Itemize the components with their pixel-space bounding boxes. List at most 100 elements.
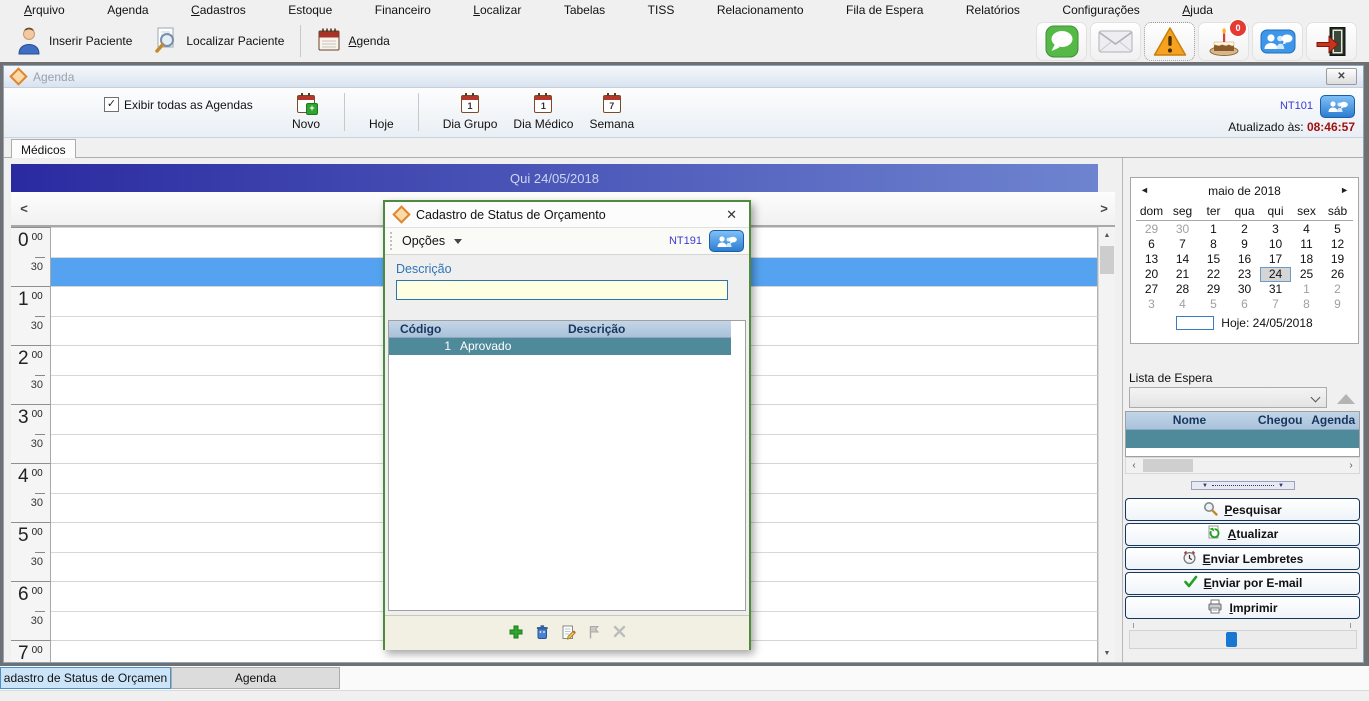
birthday-icon[interactable]: 0 bbox=[1198, 22, 1249, 61]
calendar-day[interactable]: 26 bbox=[1322, 267, 1353, 282]
calendar-day[interactable]: 23 bbox=[1229, 267, 1260, 282]
calendar-day[interactable]: 2 bbox=[1229, 222, 1260, 237]
dia-grupo-button[interactable]: 1Dia Grupo bbox=[435, 93, 506, 133]
calendar-day[interactable]: 1 bbox=[1198, 222, 1229, 237]
semana-button[interactable]: 7Semana bbox=[581, 93, 642, 133]
edit-icon[interactable] bbox=[560, 624, 576, 643]
descricao-input[interactable] bbox=[396, 280, 728, 300]
scroll-left-icon[interactable]: ‹ bbox=[1126, 458, 1142, 473]
calendar-day[interactable]: 11 bbox=[1291, 237, 1322, 252]
menu-localizar[interactable]: Localizar bbox=[467, 1, 527, 19]
hoje-button[interactable]: Hoje bbox=[361, 115, 402, 133]
scroll-left-button[interactable]: < bbox=[15, 196, 33, 220]
add-icon[interactable] bbox=[508, 624, 524, 643]
waitlist-col-chegou[interactable]: Chegou bbox=[1253, 412, 1308, 429]
collapse-up-icon[interactable] bbox=[1337, 394, 1355, 404]
insert-patient-button[interactable]: Inserir Paciente bbox=[6, 22, 142, 61]
calendar-day[interactable]: 22 bbox=[1198, 267, 1229, 282]
next-month-icon[interactable]: ► bbox=[1340, 185, 1349, 195]
menu-estoque[interactable]: Estoque bbox=[282, 1, 338, 19]
slider-thumb[interactable] bbox=[1226, 632, 1237, 647]
menu-agenda[interactable]: Agenda bbox=[101, 1, 154, 19]
contacts-icon[interactable] bbox=[1252, 22, 1303, 61]
dialog-close-button[interactable]: ✕ bbox=[722, 207, 741, 223]
delete-icon[interactable] bbox=[534, 624, 550, 643]
calendar-day[interactable]: 5 bbox=[1322, 222, 1353, 237]
menu-tiss[interactable]: TISS bbox=[642, 1, 681, 19]
tab-medicos[interactable]: Médicos bbox=[11, 139, 76, 159]
scroll-down-icon[interactable]: ▼ bbox=[1099, 645, 1115, 662]
atualizar-button[interactable]: Atualizar bbox=[1125, 523, 1360, 546]
taskbar-tab-agenda[interactable]: Agenda bbox=[171, 667, 340, 689]
calendar-day[interactable]: 4 bbox=[1291, 222, 1322, 237]
menu-financeiro[interactable]: Financeiro bbox=[369, 1, 437, 19]
novo-button[interactable]: +Novo bbox=[284, 93, 328, 133]
calendar-day[interactable]: 1 bbox=[1291, 282, 1322, 297]
calendar-day[interactable]: 8 bbox=[1198, 237, 1229, 252]
enviar-lembretes-button[interactable]: Enviar Lembretes bbox=[1125, 547, 1360, 570]
menu-arquivo[interactable]: Arquivo bbox=[18, 1, 71, 19]
prev-month-icon[interactable]: ◄ bbox=[1140, 185, 1149, 195]
warning-icon[interactable] bbox=[1144, 22, 1195, 61]
calendar-day[interactable]: 10 bbox=[1260, 237, 1291, 252]
calendar-day[interactable]: 9 bbox=[1322, 297, 1353, 312]
menu-configuracoes[interactable]: Configurações bbox=[1056, 1, 1145, 19]
toolbar-grip-handle[interactable] bbox=[390, 232, 392, 250]
calendar-day[interactable]: 6 bbox=[1136, 237, 1167, 252]
menu-relatorios[interactable]: Relatórios bbox=[960, 1, 1026, 19]
menu-tabelas[interactable]: Tabelas bbox=[558, 1, 611, 19]
calendar-day[interactable]: 7 bbox=[1260, 297, 1291, 312]
calendar-day[interactable]: 30 bbox=[1229, 282, 1260, 297]
calendar-day[interactable]: 15 bbox=[1198, 252, 1229, 267]
waitlist-col-agenda[interactable]: Agenda bbox=[1307, 412, 1359, 429]
menu-relacionamento[interactable]: Relacionamento bbox=[711, 1, 810, 19]
options-menu-button[interactable]: Opções bbox=[402, 234, 462, 248]
calendar-day[interactable]: 3 bbox=[1260, 222, 1291, 237]
waitlist-selected-row[interactable] bbox=[1126, 430, 1359, 448]
imprimir-button[interactable]: Imprimir bbox=[1125, 596, 1360, 619]
waitlist-dropdown[interactable] bbox=[1129, 387, 1327, 408]
scroll-right-button[interactable]: > bbox=[1095, 196, 1113, 220]
calendar-day[interactable]: 4 bbox=[1167, 297, 1198, 312]
calendar-day[interactable]: 8 bbox=[1291, 297, 1322, 312]
waitlist-col-nome[interactable]: Nome bbox=[1126, 412, 1253, 429]
calendar-day[interactable]: 29 bbox=[1136, 222, 1167, 237]
calendar-day[interactable]: 6 bbox=[1229, 297, 1260, 312]
mail-icon[interactable] bbox=[1090, 22, 1141, 61]
chat-icon[interactable] bbox=[1036, 22, 1087, 61]
contacts-icon[interactable] bbox=[709, 230, 744, 252]
calendar-day[interactable]: 28 bbox=[1167, 282, 1198, 297]
calendar-day[interactable]: 25 bbox=[1291, 267, 1322, 282]
menu-fila-de-espera[interactable]: Fila de Espera bbox=[840, 1, 929, 19]
taskbar-tab-adastro-de-status-de-orcamen[interactable]: adastro de Status de Orçamen bbox=[0, 667, 171, 689]
scroll-right-icon[interactable]: › bbox=[1343, 458, 1359, 473]
menu-cadastros[interactable]: Cadastros bbox=[185, 1, 252, 19]
calendar-day[interactable]: 31 bbox=[1260, 282, 1291, 297]
calendar-day-selected[interactable]: 24 bbox=[1260, 267, 1291, 282]
calendar-day[interactable]: 21 bbox=[1167, 267, 1198, 282]
locate-patient-button[interactable]: Localizar Paciente bbox=[142, 23, 294, 60]
zoom-slider[interactable] bbox=[1129, 630, 1357, 649]
calendar-day[interactable]: 16 bbox=[1229, 252, 1260, 267]
agenda-button[interactable]: Agenda bbox=[307, 24, 399, 58]
calendar-day[interactable]: 20 bbox=[1136, 267, 1167, 282]
calendar-day[interactable]: 29 bbox=[1198, 282, 1229, 297]
panel-splitter-handle[interactable]: ▼ ▼ bbox=[1191, 481, 1295, 490]
calendar-day[interactable]: 3 bbox=[1136, 297, 1167, 312]
calendar-day[interactable]: 27 bbox=[1136, 282, 1167, 297]
calendar-day[interactable]: 18 bbox=[1291, 252, 1322, 267]
calendar-day[interactable]: 14 bbox=[1167, 252, 1198, 267]
menu-ajuda[interactable]: Ajuda bbox=[1176, 1, 1219, 19]
agenda-close-button[interactable]: ✕ bbox=[1326, 68, 1357, 85]
calendar-day[interactable]: 30 bbox=[1167, 222, 1198, 237]
calendar-day[interactable]: 7 bbox=[1167, 237, 1198, 252]
calendar-day[interactable]: 19 bbox=[1322, 252, 1353, 267]
scrollbar-thumb[interactable] bbox=[1100, 246, 1114, 274]
calendar-day[interactable]: 13 bbox=[1136, 252, 1167, 267]
schedule-vertical-scrollbar[interactable]: ▲ ▼ bbox=[1098, 227, 1115, 662]
show-all-agendas-checkbox[interactable]: ✓ bbox=[104, 97, 119, 112]
contacts-icon[interactable] bbox=[1320, 95, 1355, 118]
pesquisar-button[interactable]: Pesquisar bbox=[1125, 498, 1360, 521]
waitlist-horizontal-scrollbar[interactable]: ‹ › bbox=[1125, 457, 1360, 474]
scrollbar-thumb[interactable] bbox=[1143, 459, 1193, 472]
